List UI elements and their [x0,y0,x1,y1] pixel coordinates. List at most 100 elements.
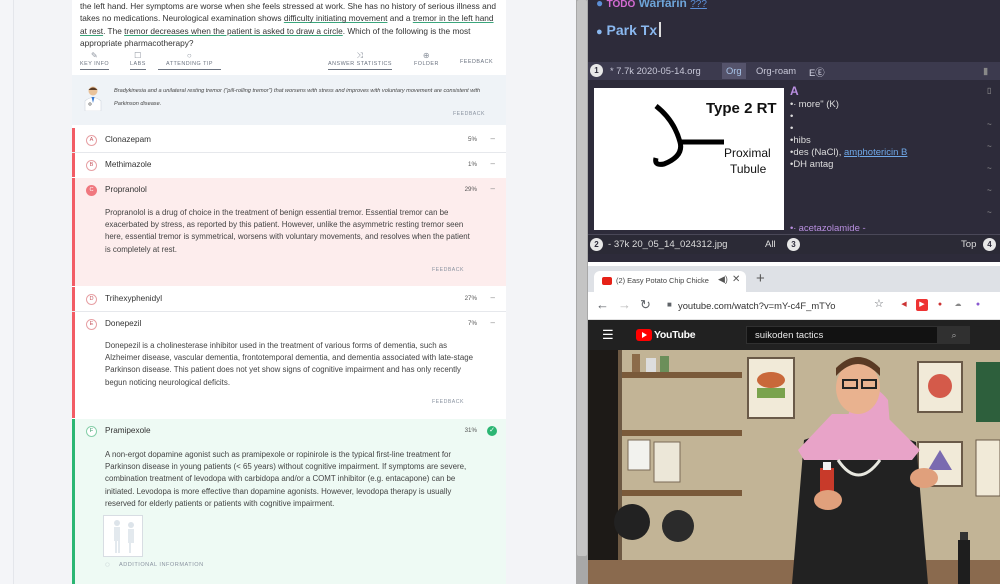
answer-statistics-button[interactable]: ⤨ ANSWER STATISTICS [328,52,393,70]
text-cursor [659,22,662,37]
window-number-badge: 1 [590,64,603,77]
left-sidebar-strip [0,0,14,584]
browser-tab-bar: (2) Easy Potato Chip Chicke ◀) ✕ + [588,266,1000,292]
fringe-column: ▯ ~ ~ ~ ~ ~ [987,86,992,217]
youtube-favicon-icon [602,277,612,285]
bullet-icon: ● [596,26,603,38]
window-number-badge: 4 [983,238,996,251]
side-line: •∙ more" (K) [790,99,839,110]
youtube-search-input[interactable]: suikoden tactics [746,326,938,344]
back-icon[interactable]: ← [596,297,609,312]
question-toolbar: ✎ KEY INFO ☐ LABS ○ ATTENDING TIP ⤨ ANSW… [72,52,506,72]
hamburger-menu-icon[interactable]: ☰ [602,327,614,343]
diagram-image: Type 2 RT Proximal Tubule [594,88,784,230]
extension-icon[interactable]: ◀ [898,299,910,311]
feedback-button[interactable]: FEEDBACK [460,59,493,67]
minus-icon: – [490,184,495,193]
todo-link[interactable]: ??? [690,0,707,10]
search-button[interactable]: ⌕ [938,326,970,344]
scrollbar-thumb[interactable] [577,0,587,556]
search-icon: ⌕ [951,330,957,340]
stem-highlight[interactable]: tremor decreases when the patient is ask… [124,26,343,36]
question-pane: the left hand. Her symptoms are worse wh… [0,0,576,584]
bookmark-star-icon[interactable]: ☆ [874,297,884,310]
stem-text: . The [103,25,125,36]
additional-information-link[interactable]: ADDITIONAL INFORMATION [119,562,204,568]
lightbulb-icon: ◌ [105,560,110,569]
pencil-icon: ✎ [90,51,99,60]
youtube-header: ☰ YouTube suikoden tactics ⌕ [588,320,1000,350]
option-percent: 31% [464,427,477,434]
option-percent: 27% [464,295,477,302]
org-link[interactable]: amphotericin B [844,147,907,158]
forward-icon[interactable]: → [618,297,631,312]
stem-highlight[interactable]: difficulty initiating movement [284,13,388,23]
speaker-icon[interactable]: ◀) [718,274,728,285]
bullet-icon: ● [596,0,604,10]
emacs-window: ● TODO Warfarin ??? ● Park Tx 1 * 7.7k 2… [588,0,1000,262]
browser-window: (2) Easy Potato Chip Chicke ◀) ✕ + ← → ↻… [588,266,1000,584]
new-tab-icon[interactable]: + [756,270,765,287]
diagram-label: Proximal [724,146,771,160]
youtube-logo-icon[interactable] [636,329,652,341]
option-percent: 7% [468,320,477,327]
option-name: Methimazole [105,160,152,169]
extension-icon[interactable]: ● [934,299,946,311]
buffer-name: - 37k 20_05_14_024312.jpg [608,239,728,250]
address-bar[interactable]: ■ youtube.com/watch?v=mY-c4F_mTYo [664,296,864,316]
side-line: A [790,84,799,98]
option-percent: 29% [464,186,477,193]
video-player[interactable] [588,350,1000,584]
minus-icon: – [490,134,495,143]
option-percent: 5% [468,136,477,143]
anatomy-thumbnail[interactable] [103,515,143,557]
buffer-name: * 7.7k 2020-05-14.org [610,65,701,76]
labs-button[interactable]: ☐ LABS [130,52,146,70]
extension-icon[interactable]: ● [972,299,984,311]
todo-keyword: TODO [606,0,636,10]
answer-option-a[interactable]: A Clonazepam 5% – [72,128,506,152]
side-line: •des (NaCl), [790,147,845,158]
todo-heading[interactable]: ● TODO Warfarin ??? [596,0,707,10]
extension-icon[interactable]: ▶ [916,299,928,311]
answer-option-f[interactable]: F Pramipexole 31% ✓ A non-ergot dopamine… [72,419,506,584]
key-info-button[interactable]: ✎ KEY INFO [80,51,110,70]
side-line: •DH antag [790,159,834,170]
org-side-buffer: A •∙ more" (K) • • •hibs •des (NaCl), am… [784,80,984,232]
stem-text: and a [387,13,413,24]
side-line: • [790,111,794,122]
attending-tip-box: Bradykinesia and a unilateral resting tr… [72,75,506,125]
option-name: Trihexyphenidyl [105,294,163,303]
folder-button[interactable]: ⊕ FOLDER [414,52,439,69]
diagram-label: Tubule [730,162,767,176]
check-icon: ✓ [487,426,497,436]
option-letter: B [86,160,97,171]
youtube-logo-text[interactable]: YouTube [654,329,696,341]
heading-text: Park Tx [606,22,658,38]
extension-icon[interactable]: ☁ [952,299,964,311]
minus-icon: – [490,159,495,168]
close-tab-icon[interactable]: ✕ [732,274,740,285]
answer-option-e[interactable]: E Donepezil 7% – Donepezil is a cholines… [72,312,506,418]
lightbulb-icon: ○ [186,51,193,60]
option-percent: 1% [468,161,477,168]
option-feedback-link[interactable]: FEEDBACK [432,399,464,405]
option-letter: F [86,426,97,437]
position-indicator: Top [961,239,977,250]
answer-option-b[interactable]: B Methimazole 1% – [72,153,506,177]
flask-icon: ☐ [134,51,142,60]
window-number-badge: 2 [590,238,603,251]
tip-feedback-link[interactable]: FEEDBACK [453,111,485,117]
option-feedback-link[interactable]: FEEDBACK [432,267,464,273]
attending-tip-button[interactable]: ○ ATTENDING TIP [158,51,222,70]
browser-nav-bar: ← → ↻ ■ youtube.com/watch?v=mY-c4F_mTYo … [588,292,1000,320]
answer-option-d[interactable]: D Trihexyphenidyl 27% – [72,287,506,311]
emacs-modeline-top: 1 * 7.7k 2020-05-14.org Org Org-roam EⒺ … [588,62,1000,80]
reload-icon[interactable]: ↻ [640,297,651,313]
answer-option-c[interactable]: C Propranolol 29% – Propranolol is a dru… [72,178,506,286]
option-name: Propranolol [105,185,147,194]
browser-tab[interactable]: (2) Easy Potato Chip Chicke ◀) ✕ [594,271,746,292]
minus-icon: – [490,318,495,327]
lock-icon: ■ [667,300,672,309]
org-heading[interactable]: ● Park Tx [596,22,662,38]
